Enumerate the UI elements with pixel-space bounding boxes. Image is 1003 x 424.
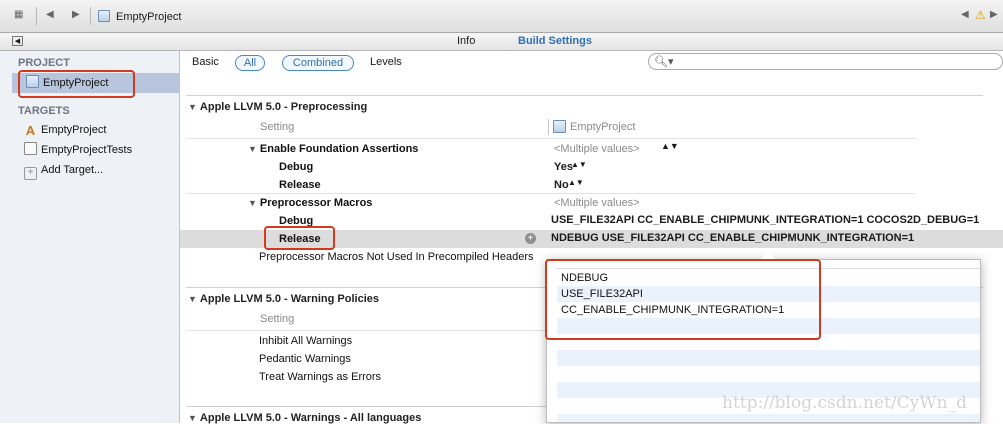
stepper-icon[interactable]: ▲▼ [568,178,584,187]
project-navigator-sidebar: PROJECT EmptyProject TARGETS A EmptyProje… [0,51,180,423]
related-items-icon[interactable]: ▦ [14,9,23,20]
test-bundle-icon [24,142,37,155]
setting-macros-not-used[interactable]: Preprocessor Macros Not Used In Precompi… [259,251,534,263]
assertions-release-label: Release [279,179,321,191]
sidebar-item-label: EmptyProjectTests [41,144,133,156]
macros-release-value[interactable]: NDEBUG USE_FILE32API CC_ENABLE_CHIPMUNK_… [551,232,914,244]
assertions-release-value[interactable]: No [554,179,569,191]
next-issue-button[interactable]: ▶ [990,9,998,20]
section-preprocessing[interactable]: ▼ Apple LLVM 5.0 - Preprocessing [188,101,367,113]
plus-icon: + [24,167,37,180]
filter-levels[interactable]: Levels [370,56,402,68]
jump-bar: ▦ ◀ ▶ EmptyProject ◀ ⚠ ▶ [0,0,1003,33]
add-target-button[interactable]: + Add Target... [24,162,104,180]
filter-combined[interactable]: Combined [282,55,354,71]
sidebar-item-label: EmptyProject [41,124,107,136]
assertions-value[interactable]: <Multiple values> [554,143,640,155]
forward-button[interactable]: ▶ [72,9,80,20]
tab-build-settings[interactable]: Build Settings [518,35,592,47]
filter-basic[interactable]: Basic [192,56,219,68]
warning-icon[interactable]: ⚠ [975,8,986,22]
sidebar-item-target-tests[interactable]: EmptyProjectTests [24,142,132,158]
previous-issue-button[interactable]: ◀ [961,9,969,20]
search-input[interactable]: 🔍︎▾ [648,53,1003,70]
sidebar-item-target-app[interactable]: A EmptyProject [24,122,107,138]
editor-tab-bar: ◀ Info Build Settings [0,33,1003,51]
back-button[interactable]: ◀ [46,9,54,20]
project-section-header: PROJECT [18,57,70,69]
disclosure-triangle-icon: ▼ [188,102,197,112]
watermark: http://blog.csdn.net/CyWn_d [722,393,967,413]
disclosure-triangle-icon: ▼ [188,413,197,423]
project-column-header: EmptyProject [570,121,636,133]
setting-column-header: Setting [260,313,295,325]
project-file-icon [98,10,110,22]
project-column-icon [553,120,570,134]
setting-inhibit-all-warnings[interactable]: Inhibit All Warnings [259,335,352,347]
section-warning-policies[interactable]: ▼ Apple LLVM 5.0 - Warning Policies [188,293,379,305]
setting-preprocessor-macros[interactable]: ▼ Preprocessor Macros [248,197,372,209]
tab-info[interactable]: Info [457,35,475,47]
stepper-icon[interactable]: ▲▼ [571,160,587,169]
setting-column-header: Setting [260,121,295,133]
add-value-icon[interactable]: + [525,233,536,244]
macros-value[interactable]: <Multiple values> [554,197,640,209]
targets-section-header: TARGETS [18,105,70,117]
highlight-box-project [18,70,135,98]
macros-debug-value[interactable]: USE_FILE32API CC_ENABLE_CHIPMUNK_INTEGRA… [551,214,979,226]
section-warnings-all-languages[interactable]: ▼ Apple LLVM 5.0 - Warnings - All languag… [188,412,421,424]
setting-enable-foundation-assertions[interactable]: ▼ Enable Foundation Assertions [248,143,418,155]
app-target-icon: A [25,123,36,138]
disclosure-triangle-icon: ▼ [248,198,257,208]
breadcrumb[interactable]: EmptyProject [116,11,181,23]
disclosure-triangle-icon: ▼ [248,144,257,154]
assertions-debug-label: Debug [279,161,314,173]
stepper-icon[interactable]: ▲▼ [661,141,679,151]
setting-treat-warnings-as-errors[interactable]: Treat Warnings as Errors [259,371,381,383]
highlight-box-release [264,226,335,250]
add-target-label: Add Target... [41,164,104,176]
highlight-box-popup [545,259,821,340]
setting-pedantic-warnings[interactable]: Pedantic Warnings [259,353,351,365]
search-icon: 🔍︎▾ [654,56,674,68]
disclosure-triangle-icon: ▼ [188,294,197,304]
hide-sidebar-icon[interactable]: ◀ [12,36,23,46]
filter-all[interactable]: All [235,55,265,71]
